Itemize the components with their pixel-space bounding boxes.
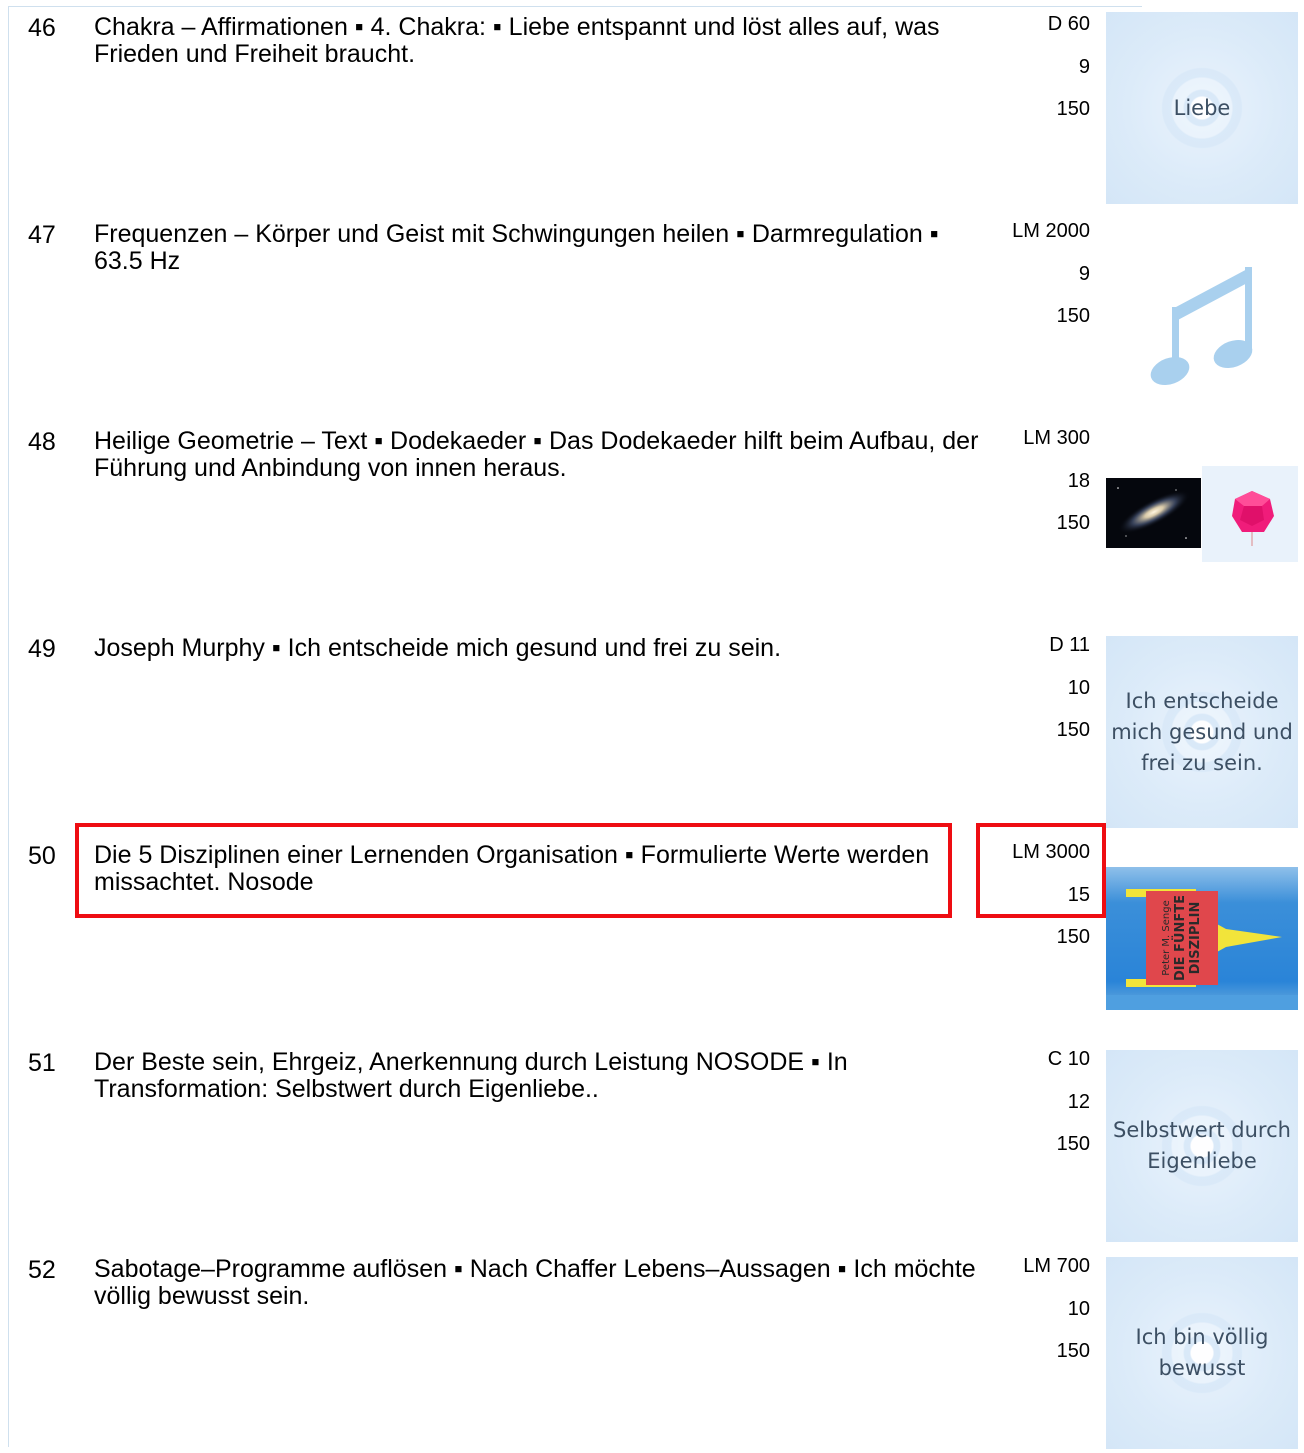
- entry-meta: D 60 9 150: [980, 12, 1090, 140]
- entry-title: Joseph Murphy ▪ Ich entscheide mich gesu…: [94, 634, 782, 662]
- entry-title: Chakra – Affirmationen ▪ 4. Chakra: ▪ Li…: [94, 13, 940, 68]
- list-item[interactable]: 47 Frequenzen – Körper und Geist mit Sch…: [0, 211, 1304, 418]
- music-note-icon: [1150, 267, 1253, 386]
- entry-code: LM 2000: [1012, 220, 1090, 242]
- list-item[interactable]: 46 Chakra – Affirmationen ▪ 4. Chakra: ▪…: [0, 4, 1304, 211]
- entry-count: 9: [1078, 55, 1090, 78]
- entry-count: 12: [1067, 1090, 1090, 1113]
- entry-code: LM 700: [1023, 1255, 1090, 1277]
- entry-meta: LM 300 18 150: [980, 426, 1090, 554]
- entry-count: 9: [1078, 262, 1090, 285]
- dodecahedron-image: [1202, 466, 1298, 562]
- entry-code: D 60: [1047, 13, 1090, 35]
- entry-count: 18: [1067, 469, 1090, 492]
- entry-value: 150: [1056, 512, 1090, 534]
- affirmation-thumbnail[interactable]: Liebe: [1106, 12, 1298, 204]
- book-cover-thumbnail[interactable]: Peter M. Senge DIE FÜNFTE DISZIPLIN: [1106, 867, 1298, 1010]
- affirmation-thumbnail[interactable]: Ich bin völlig bewusst: [1106, 1257, 1298, 1449]
- entry-value: 150: [1056, 719, 1090, 741]
- book-title-line-1: DIE FÜNFTE: [1173, 895, 1188, 981]
- entry-number: 52: [28, 1256, 56, 1284]
- entry-title: Heilige Geometrie – Text ▪ Dodekaeder ▪ …: [94, 427, 979, 482]
- list-item[interactable]: 48 Heilige Geometrie – Text ▪ Dodekaeder…: [0, 418, 1304, 625]
- geometry-thumbnails[interactable]: [1106, 466, 1298, 562]
- list-item[interactable]: 49 Joseph Murphy ▪ Ich entscheide mich g…: [0, 625, 1304, 832]
- book-title-line-2: DISZIPLIN: [1188, 901, 1203, 975]
- entry-number: 47: [28, 221, 56, 249]
- book-author: Peter M. Senge: [1161, 900, 1172, 976]
- entry-number: 51: [28, 1049, 56, 1077]
- affirmation-thumbnail[interactable]: Ich entscheide mich gesund und frei zu s…: [1106, 636, 1298, 828]
- entry-meta: D 11 10 150: [980, 633, 1090, 761]
- affirmation-text: Ich entscheide mich gesund und frei zu s…: [1111, 688, 1293, 775]
- galaxy-image: [1106, 478, 1201, 548]
- entry-number: 50: [28, 842, 56, 870]
- highlight-box-meta: [976, 823, 1106, 918]
- entry-value: 150: [1056, 926, 1090, 948]
- entry-count: 10: [1067, 676, 1090, 699]
- entry-code: LM 300: [1023, 427, 1090, 449]
- entry-code: D 11: [1049, 634, 1090, 656]
- entry-meta: LM 2000 9 150: [980, 219, 1090, 347]
- entry-title: Sabotage–Programme auflösen ▪ Nach Chaff…: [94, 1255, 976, 1310]
- affirmation-text: Ich bin völlig bewusst: [1135, 1325, 1269, 1380]
- list-item[interactable]: 52 Sabotage–Programme auflösen ▪ Nach Ch…: [0, 1246, 1304, 1453]
- music-note-thumbnail[interactable]: [1106, 219, 1298, 411]
- entry-number: 49: [28, 635, 56, 663]
- list-item[interactable]: 51 Der Beste sein, Ehrgeiz, Anerkennung …: [0, 1039, 1304, 1246]
- entry-value: 150: [1056, 305, 1090, 327]
- entry-value: 150: [1056, 1340, 1090, 1362]
- highlight-box-title: [75, 823, 952, 918]
- entry-value: 150: [1056, 1133, 1090, 1155]
- affirmation-thumbnail[interactable]: Selbstwert durch Eigenliebe: [1106, 1050, 1298, 1242]
- entry-value: 150: [1056, 98, 1090, 120]
- entry-number: 46: [28, 14, 56, 42]
- entry-code: C 10: [1047, 1048, 1090, 1070]
- entry-count: 10: [1067, 1297, 1090, 1320]
- entry-meta: LM 700 10 150: [980, 1254, 1090, 1382]
- entry-title: Frequenzen – Körper und Geist mit Schwin…: [94, 220, 939, 275]
- entry-number: 48: [28, 428, 56, 456]
- entry-title: Der Beste sein, Ehrgeiz, Anerkennung dur…: [94, 1048, 848, 1103]
- affirmation-text: Selbstwert durch Eigenliebe: [1113, 1118, 1291, 1173]
- affirmation-text: Liebe: [1173, 95, 1231, 120]
- entry-meta: C 10 12 150: [980, 1047, 1090, 1175]
